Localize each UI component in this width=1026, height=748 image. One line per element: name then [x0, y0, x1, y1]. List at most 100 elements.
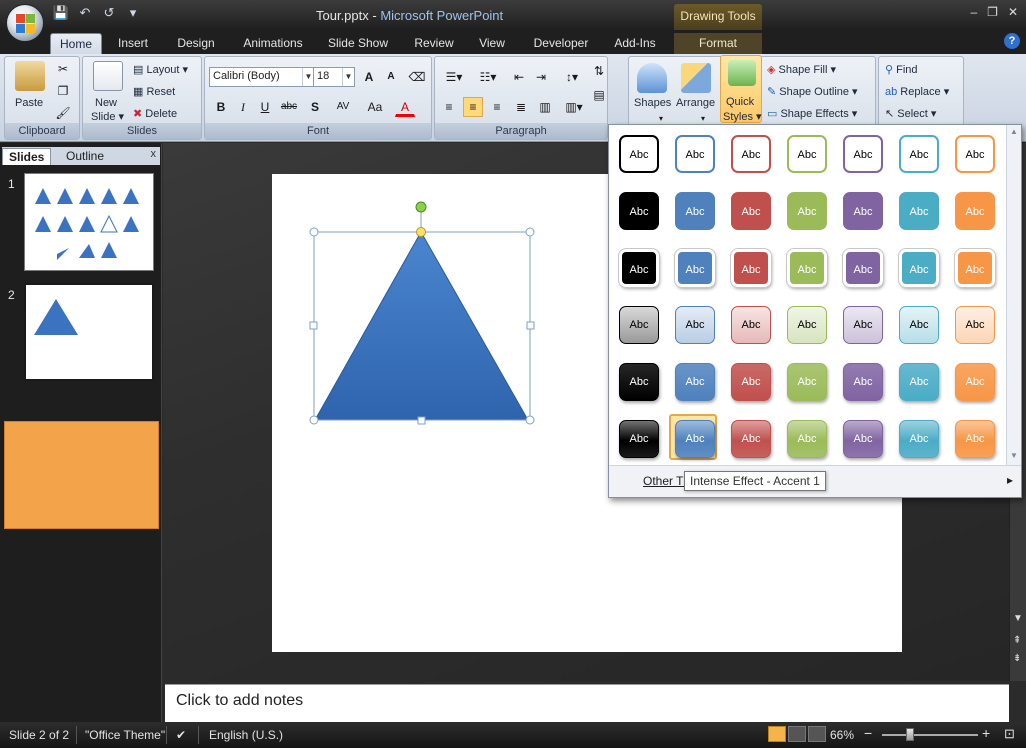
new-slide-icon[interactable] [93, 61, 123, 91]
style-swatch-outline-accent-1[interactable]: Abc [675, 135, 715, 173]
character-spacing-button[interactable]: AV [329, 97, 357, 117]
style-swatch-solid-white-border-accent-5[interactable]: Abc [899, 249, 939, 287]
zoom-in-button[interactable]: + [982, 725, 990, 741]
tab-outline[interactable]: Outline [60, 148, 110, 165]
resize-handle-w[interactable] [309, 321, 318, 330]
close-icon[interactable]: x [151, 148, 157, 160]
scroll-down-icon[interactable]: ▼ [1010, 451, 1018, 460]
font-family-select[interactable]: Calibri (Body) ▼ [209, 67, 315, 87]
align-right-icon[interactable]: ≡ [487, 97, 507, 117]
tab-add-ins[interactable]: Add-Ins [608, 33, 662, 54]
resize-handle-se[interactable] [525, 415, 535, 425]
style-swatch-solid-accent-2[interactable]: Abc [731, 192, 771, 230]
help-icon[interactable]: ? [1004, 33, 1020, 49]
style-swatch-gradient-accent-1[interactable]: Abc [675, 363, 715, 401]
restore-button[interactable]: ❐ [987, 5, 998, 19]
style-swatch-light-accent-1[interactable]: Abc [675, 306, 715, 344]
shape-outline-button[interactable]: ✎ Shape Outline ▾ [767, 85, 858, 98]
slide-thumbnail-2[interactable] [24, 283, 154, 381]
cut-icon[interactable]: ✂ [53, 59, 73, 79]
arrange-label[interactable]: Arrange [676, 97, 715, 109]
style-swatch-intense-accent-6[interactable]: Abc [955, 420, 995, 458]
language-indicator[interactable]: English (U.S.) [209, 728, 283, 742]
previous-slide-icon[interactable]: ⇞ [1013, 635, 1021, 646]
shapes-icon[interactable] [637, 63, 667, 93]
numbering-icon[interactable]: ☷▾ [473, 67, 503, 87]
style-swatch-intense-accent-1[interactable]: Abc [675, 420, 715, 458]
tab-slide-show[interactable]: Slide Show [322, 33, 394, 54]
style-swatch-gradient-black[interactable]: Abc [619, 363, 659, 401]
style-swatch-solid-white-border-accent-1[interactable]: Abc [675, 249, 715, 287]
style-swatch-solid-black[interactable]: Abc [619, 192, 659, 230]
italic-button[interactable]: I [233, 97, 253, 117]
fit-to-window-icon[interactable]: ⊡ [1004, 726, 1015, 742]
tab-animations[interactable]: Animations [236, 33, 310, 54]
distributed-icon[interactable]: ▥ [535, 97, 555, 117]
redo-icon[interactable]: ↺ [100, 5, 118, 21]
undo-icon[interactable]: ↶ [76, 5, 94, 21]
shape-fill-button[interactable]: ◈ Shape Fill ▾ [767, 63, 836, 76]
line-spacing-icon[interactable]: ↕▾ [557, 67, 587, 87]
shape-effects-button[interactable]: ▭ Shape Effects ▾ [767, 107, 857, 120]
style-swatch-outline-accent-2[interactable]: Abc [731, 135, 771, 173]
style-swatch-gradient-accent-3[interactable]: Abc [787, 363, 827, 401]
zoom-slider-thumb[interactable] [906, 728, 914, 741]
new-slide-label[interactable]: New [95, 97, 117, 109]
resize-handle-nw[interactable] [309, 227, 319, 237]
select-button[interactable]: ↖ Select ▾ [885, 107, 936, 120]
style-swatch-solid-accent-6[interactable]: Abc [955, 192, 995, 230]
style-swatch-light-accent-6[interactable]: Abc [955, 306, 995, 344]
replace-button[interactable]: ab Replace ▾ [885, 85, 949, 98]
style-swatch-light-accent-4[interactable]: Abc [843, 306, 883, 344]
style-swatch-solid-accent-1[interactable]: Abc [675, 192, 715, 230]
adjustment-handle[interactable] [416, 227, 426, 237]
slide-show-view-button[interactable] [808, 726, 826, 742]
text-direction-icon[interactable]: ⇅ [589, 61, 609, 81]
style-swatch-intense-accent-2[interactable]: Abc [731, 420, 771, 458]
tab-insert[interactable]: Insert [110, 33, 156, 54]
zoom-level[interactable]: 66% [830, 728, 854, 742]
font-color-button[interactable]: A [395, 97, 415, 117]
gallery-scrollbar[interactable]: ▲ ▼ [1006, 125, 1021, 465]
align-left-icon[interactable]: ≡ [439, 97, 459, 117]
font-size-select[interactable]: 18 ▼ [313, 67, 355, 87]
format-painter-icon[interactable]: 🖌 [53, 103, 73, 123]
paste-icon[interactable] [15, 61, 45, 91]
clear-formatting-icon[interactable]: ⌫ [407, 67, 427, 87]
style-swatch-outline-accent-3[interactable]: Abc [787, 135, 827, 173]
resize-handle-sw[interactable] [309, 415, 319, 425]
bullets-icon[interactable]: ☰▾ [439, 67, 469, 87]
style-swatch-gradient-accent-4[interactable]: Abc [843, 363, 883, 401]
style-swatch-intense-accent-3[interactable]: Abc [787, 420, 827, 458]
style-swatch-light-accent-5[interactable]: Abc [899, 306, 939, 344]
style-swatch-gradient-accent-5[interactable]: Abc [899, 363, 939, 401]
office-button[interactable] [6, 4, 44, 42]
next-slide-icon[interactable]: ⇟ [1013, 653, 1021, 664]
strikethrough-button[interactable]: abc [279, 97, 299, 117]
underline-button[interactable]: U [255, 97, 275, 117]
style-swatch-outline-accent-4[interactable]: Abc [843, 135, 883, 173]
align-text-icon[interactable]: ▤ [589, 85, 609, 105]
tab-view[interactable]: View [474, 33, 510, 54]
style-swatch-solid-white-border-accent-3[interactable]: Abc [787, 249, 827, 287]
style-swatch-light-black[interactable]: Abc [619, 306, 659, 344]
resize-handle-s[interactable] [417, 416, 426, 425]
shapes-label[interactable]: Shapes [634, 97, 671, 109]
style-swatch-outline-accent-5[interactable]: Abc [899, 135, 939, 173]
style-swatch-outline-black[interactable]: Abc [619, 135, 659, 173]
triangle-shape[interactable] [314, 230, 529, 421]
zoom-slider-track[interactable] [882, 734, 978, 736]
resize-handle-e[interactable] [526, 321, 535, 330]
tab-home[interactable]: Home [50, 33, 102, 54]
style-swatch-light-accent-3[interactable]: Abc [787, 306, 827, 344]
tab-review[interactable]: Review [408, 33, 460, 54]
scroll-down-icon[interactable]: ▼ [1013, 613, 1023, 624]
decrease-indent-icon[interactable]: ⇤ [509, 67, 529, 87]
justify-icon[interactable]: ≣ [511, 97, 531, 117]
columns-icon[interactable]: ▥▾ [561, 97, 587, 117]
arrange-icon[interactable] [681, 63, 711, 93]
tab-design[interactable]: Design [170, 33, 222, 54]
style-swatch-solid-white-border-accent-2[interactable]: Abc [731, 249, 771, 287]
style-swatch-light-accent-2[interactable]: Abc [731, 306, 771, 344]
tab-developer[interactable]: Developer [528, 33, 594, 54]
